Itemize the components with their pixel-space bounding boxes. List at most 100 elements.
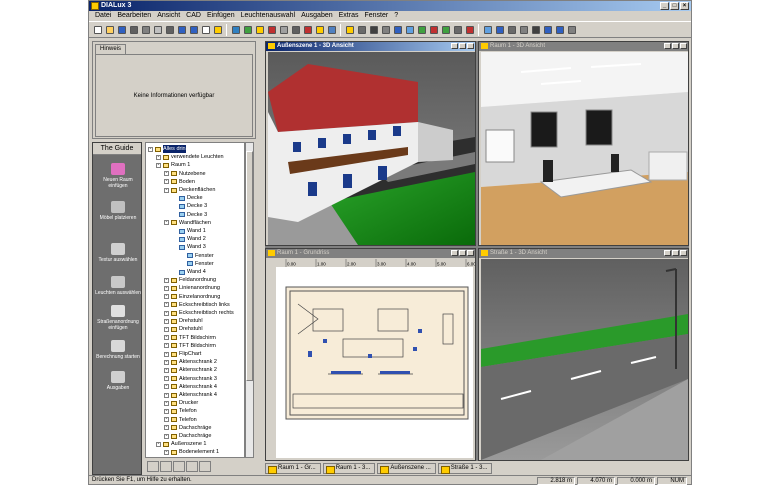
toolbar-button[interactable] bbox=[230, 24, 241, 35]
tree-scrollbar[interactable] bbox=[245, 142, 254, 458]
floorplan-canvas[interactable]: 0.00 1.00 2.00 3.00 4.00 5.00 6.00 bbox=[268, 259, 475, 460]
tree-item[interactable]: - Telefon bbox=[164, 416, 197, 424]
maximize-button[interactable] bbox=[459, 43, 466, 49]
tree-item[interactable]: Decke 3 bbox=[172, 202, 207, 210]
close-button[interactable] bbox=[680, 43, 687, 49]
tree-item[interactable]: - Drehstuhl bbox=[164, 317, 203, 325]
copy-button[interactable] bbox=[164, 24, 175, 35]
view-title[interactable]: Raum 1 - Grundriss bbox=[266, 249, 475, 258]
tree-item[interactable]: Wand 4 bbox=[172, 268, 206, 276]
tree-item[interactable]: - Aktenschrank 3 bbox=[164, 375, 217, 383]
close-button[interactable]: × bbox=[680, 2, 689, 10]
toolbar-button[interactable] bbox=[404, 24, 415, 35]
toolbar-button[interactable] bbox=[566, 24, 577, 35]
tree-item[interactable]: - Telefon bbox=[164, 407, 197, 415]
expand-toggle-icon[interactable]: - bbox=[164, 187, 169, 193]
hint-tab[interactable]: Hinweis bbox=[95, 44, 127, 54]
street-render[interactable] bbox=[481, 259, 688, 460]
tree-item[interactable]: - verwendete Leuchten bbox=[156, 153, 224, 161]
guide-item[interactable]: Textur auswählen bbox=[93, 243, 143, 263]
close-button[interactable] bbox=[467, 43, 474, 49]
tree-item[interactable]: - Wandflächen bbox=[164, 219, 211, 227]
toolbar-button[interactable] bbox=[494, 24, 505, 35]
expand-toggle-icon[interactable]: - bbox=[164, 400, 169, 406]
menu-cad[interactable]: CAD bbox=[183, 11, 204, 21]
guide-item[interactable]: Ausgaben bbox=[93, 371, 143, 391]
tree-item[interactable]: - Außenszene 1 bbox=[156, 440, 206, 448]
save-button[interactable] bbox=[116, 24, 127, 35]
toolbar-button[interactable] bbox=[302, 24, 313, 35]
toolbar-button[interactable] bbox=[356, 24, 367, 35]
undo-button[interactable] bbox=[188, 24, 199, 35]
toolbar-button[interactable] bbox=[380, 24, 391, 35]
cut-button[interactable] bbox=[152, 24, 163, 35]
view-room-floorplan[interactable]: Raum 1 - Grundriss 0.00 1.00 2.00 3.00 4.00 5… bbox=[265, 248, 476, 461]
guide-item[interactable]: Neuen Raum einfügen bbox=[93, 163, 143, 189]
open-folder-button[interactable] bbox=[104, 24, 115, 35]
luminaires-tab[interactable] bbox=[186, 460, 198, 472]
expand-toggle-icon[interactable]: - bbox=[164, 359, 169, 365]
doc-tab-floorplan[interactable]: Raum 1 - Gr... bbox=[265, 462, 321, 474]
doc-tab-exterior[interactable]: Außenszene ... bbox=[377, 462, 436, 474]
tree-item[interactable]: - Linienanordnung bbox=[164, 284, 220, 292]
expand-toggle-icon[interactable]: - bbox=[164, 326, 169, 332]
view-exterior-3d[interactable]: Außenszene 1 - 3D Ansicht bbox=[265, 41, 476, 246]
toolbar-button[interactable] bbox=[518, 24, 529, 35]
toolbar-button[interactable] bbox=[530, 24, 541, 35]
menu-ansicht[interactable]: Ansicht bbox=[154, 11, 183, 21]
minimize-button[interactable] bbox=[664, 43, 671, 49]
room-render[interactable] bbox=[481, 52, 688, 245]
toolbar-button[interactable] bbox=[266, 24, 277, 35]
tree-item[interactable]: - Boden bbox=[164, 178, 195, 186]
toolbar-button[interactable] bbox=[506, 24, 517, 35]
toolbar-button[interactable] bbox=[416, 24, 427, 35]
tree-item[interactable]: Wand 2 bbox=[172, 235, 206, 243]
tree-item[interactable]: Wand 1 bbox=[172, 227, 206, 235]
expand-toggle-icon[interactable]: - bbox=[164, 417, 169, 423]
guide-item[interactable]: Berechnung starten bbox=[93, 340, 143, 360]
expand-toggle-icon[interactable]: - bbox=[164, 384, 169, 390]
tree-item[interactable]: - Nutzebene bbox=[164, 170, 206, 178]
menu-bearbeiten[interactable]: Bearbeiten bbox=[114, 11, 154, 21]
expand-toggle-icon[interactable]: - bbox=[148, 146, 153, 152]
expand-toggle-icon[interactable]: - bbox=[164, 433, 169, 439]
toolbar-button[interactable] bbox=[542, 24, 553, 35]
guide-item[interactable]: Straßenanordnung einfügen bbox=[93, 305, 143, 331]
expand-toggle-icon[interactable]: - bbox=[164, 335, 169, 341]
menu-einfuegen[interactable]: Einfügen bbox=[204, 11, 238, 21]
tree-item[interactable]: - Alles drin bbox=[148, 145, 186, 153]
tree-item[interactable]: - FlipChart bbox=[164, 350, 201, 358]
toolbar-button[interactable] bbox=[392, 24, 403, 35]
expand-toggle-icon[interactable]: - bbox=[164, 351, 169, 357]
menu-extras[interactable]: Extras bbox=[336, 11, 362, 21]
expand-toggle-icon[interactable]: - bbox=[164, 220, 169, 226]
toolbar-button[interactable] bbox=[344, 24, 355, 35]
tree-item[interactable]: - Drucker bbox=[164, 399, 198, 407]
expand-toggle-icon[interactable]: - bbox=[156, 441, 161, 447]
minimize-button[interactable] bbox=[451, 250, 458, 256]
maximize-button[interactable] bbox=[672, 250, 679, 256]
toolbar-button[interactable] bbox=[326, 24, 337, 35]
toolbar-button[interactable] bbox=[278, 24, 289, 35]
tree-item[interactable]: - Eckschreibtisch links bbox=[164, 301, 230, 309]
tree-item[interactable]: - Aktenschrank 4 bbox=[164, 383, 217, 391]
menu-ausgaben[interactable]: Ausgaben bbox=[298, 11, 336, 21]
objects-tab[interactable] bbox=[160, 460, 172, 472]
menu-leuchtenauswahl[interactable]: Leuchtenauswahl bbox=[238, 11, 299, 21]
tree-item[interactable]: Decke bbox=[172, 194, 203, 202]
minimize-button[interactable] bbox=[451, 43, 458, 49]
minimize-button[interactable]: _ bbox=[660, 2, 669, 10]
paste-button[interactable] bbox=[176, 24, 187, 35]
expand-toggle-icon[interactable]: - bbox=[164, 408, 169, 414]
tree-item[interactable]: - Einzelanordnung bbox=[164, 293, 220, 301]
tree-item[interactable]: - Aktenschrank 2 bbox=[164, 366, 217, 374]
toolbar-button[interactable] bbox=[554, 24, 565, 35]
tree-item[interactable]: Fenster bbox=[180, 252, 214, 260]
view-room-3d[interactable]: Raum 1 - 3D Ansicht bbox=[478, 41, 689, 246]
colors-tab[interactable] bbox=[173, 460, 185, 472]
expand-toggle-icon[interactable]: - bbox=[164, 367, 169, 373]
scrollbar-thumb[interactable] bbox=[246, 151, 253, 381]
expand-toggle-icon[interactable]: - bbox=[164, 449, 169, 455]
menu-fenster[interactable]: Fenster bbox=[361, 11, 391, 21]
menu-datei[interactable]: Datei bbox=[92, 11, 114, 21]
